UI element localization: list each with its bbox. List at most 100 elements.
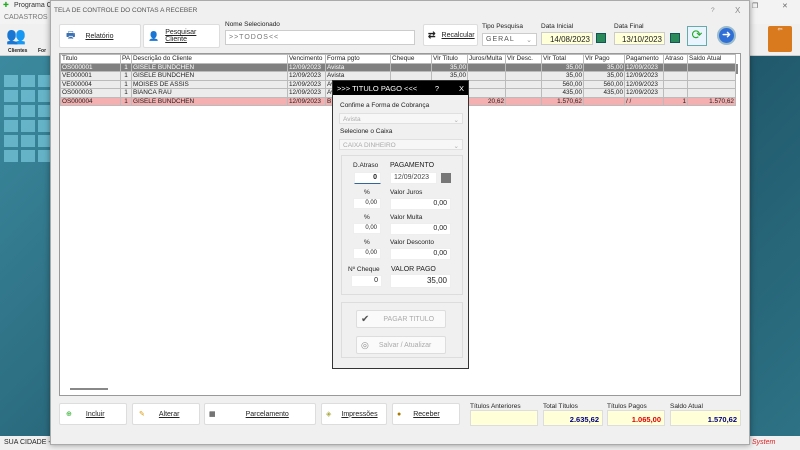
cell-1: 1 (120, 88, 132, 98)
cell-0: VE000001 (60, 71, 121, 81)
pagar-titulo-label: PAGAR TITULO (383, 315, 435, 323)
cell-12 (663, 71, 688, 81)
help-button[interactable]: ? (711, 7, 715, 14)
cell-2: MOISÉS DE ASSIS (131, 79, 288, 89)
pesquisar-label: Pesquisar Cliente (165, 29, 197, 43)
col-juros[interactable]: Juros/Multa (467, 54, 506, 64)
incluir-button[interactable]: ⊕ Incluir (59, 403, 127, 425)
window-title: TELA DE CONTROLE DO CONTAS A RECEBER (54, 7, 198, 14)
col-pagamento[interactable]: Pagamento (624, 54, 664, 64)
nome-selecionado-input[interactable]: >>TODOS<< (225, 30, 415, 45)
calendar-icon[interactable] (441, 173, 451, 183)
refresh-icon[interactable]: ⟳ (687, 26, 707, 46)
col-vencimento[interactable]: Vencimento (287, 54, 326, 64)
parcelamento-label: Parcelamento (245, 410, 289, 418)
dialog-title: >>> TITULO PAGO <<< (337, 84, 418, 93)
data-final-input[interactable]: 13/10/2023 (614, 32, 665, 45)
relatorio-button[interactable]: 🖶 Relatório (59, 24, 141, 48)
receber-button[interactable]: ● Receber (392, 403, 460, 425)
multa-pct-input[interactable]: 0,00 (353, 223, 381, 234)
col-vlr-pago[interactable]: Vlr Pago (583, 54, 625, 64)
col-vlr-total[interactable]: Vlr Total (541, 54, 584, 64)
col-saldo[interactable]: Saldo Atual (687, 54, 736, 64)
relatorio-label: Relatório (85, 32, 114, 40)
dialog-close-button[interactable]: X (459, 84, 464, 93)
table-header: Titulo PA Descrição do Cliente Vencimento Fo… (60, 54, 736, 64)
cell-8 (505, 79, 542, 89)
data-inicial-input[interactable]: 14/08/2023 (541, 32, 593, 45)
tipo-value: GERAL (486, 36, 515, 43)
pagamento-date-input[interactable]: 12/09/2023 (390, 172, 437, 184)
chevron-down-icon: ⌄ (453, 143, 459, 150)
col-descricao[interactable]: Descrição do Cliente (131, 54, 288, 64)
forma-cobranca-select[interactable]: Avista ⌄ (339, 113, 463, 124)
cell-10 (583, 96, 625, 106)
pagar-titulo-button[interactable]: ✔ PAGAR TITULO (356, 310, 446, 328)
cell-7 (467, 88, 506, 98)
juros-input[interactable]: 0,00 (390, 198, 451, 210)
recalcular-label: Recalcular (441, 31, 475, 39)
cell-13 (687, 88, 736, 98)
exit-door-icon[interactable]: ⇦ (768, 26, 792, 52)
juros-pct-input[interactable]: 0,00 (353, 198, 381, 209)
col-pa[interactable]: PA (120, 54, 132, 64)
cell-9: 35,00 (541, 71, 584, 81)
caixa-select[interactable]: CAIXA DINHEIRO ⌄ (339, 139, 463, 150)
coins-icon: ● (397, 410, 402, 418)
parcelamento-icon: ▦ (209, 411, 216, 418)
table-row[interactable]: OS000001 1 GISELE BÜNDCHEN 12/09/2023 Avista… (60, 62, 736, 72)
parcelamento-button[interactable]: ▦ Parcelamento (204, 403, 316, 425)
col-atraso[interactable]: Atraso (663, 54, 688, 64)
vertical-scrollbar[interactable] (736, 64, 738, 74)
menu-cadastros[interactable]: CADASTROS (4, 14, 48, 21)
tipo-pesquisa-label: Tipo Pesquisa (482, 23, 523, 30)
cheque-label: Nº Cheque (348, 266, 380, 273)
col-titulo[interactable]: Titulo (60, 54, 121, 64)
cheque-input[interactable]: 0 (351, 275, 382, 287)
clients-icon[interactable]: 👥 (6, 26, 26, 46)
cell-5 (390, 62, 432, 72)
atraso-input[interactable]: 0 (354, 172, 381, 184)
background-tiles (4, 75, 52, 162)
go-arrow-icon[interactable]: ➜ (717, 26, 736, 45)
data-inicial-label: Data Inicial (541, 23, 574, 30)
salvar-atualizar-button[interactable]: ◎ Salvar / Atualizar (356, 336, 446, 354)
tool-fornecedores[interactable]: For (38, 48, 46, 54)
valor-pago-input[interactable]: 35,00 (390, 274, 451, 288)
recalcular-button[interactable]: ⇄ Recalcular (423, 24, 478, 46)
dialog-help-button[interactable]: ? (435, 84, 439, 93)
cell-8 (505, 96, 542, 106)
multa-input[interactable]: 0,00 (390, 223, 451, 235)
calendar-icon[interactable] (596, 33, 606, 43)
cell-7 (467, 71, 506, 81)
pesquisar-cliente-button[interactable]: 👤 Pesquisar Cliente (143, 24, 220, 48)
cell-9: 1.570,62 (541, 96, 584, 106)
tool-clientes[interactable]: Clientes (8, 48, 27, 54)
desconto-pct-input[interactable]: 0,00 (353, 248, 381, 259)
table-row[interactable]: VE000001 1 GISELE BÜNDCHEN 12/09/2023 Avista… (60, 71, 736, 81)
col-forma[interactable]: Forma pgto (325, 54, 391, 64)
cell-3: 12/09/2023 (287, 79, 326, 89)
status-system: System (752, 439, 776, 446)
calendar-icon[interactable] (670, 33, 680, 43)
desconto-input[interactable]: 0,00 (390, 248, 451, 260)
col-cheque[interactable]: Cheque (390, 54, 432, 64)
nome-selecionado-label: Nome Selecionado (225, 21, 280, 28)
tipo-pesquisa-select[interactable]: GERAL ⌄ (482, 33, 537, 46)
cell-4: Avista (325, 71, 391, 81)
cell-3: 12/09/2023 (287, 88, 326, 98)
cell-3: 12/09/2023 (287, 62, 326, 72)
restore-icon[interactable]: ❐ (752, 2, 758, 10)
col-vlr-titulo[interactable]: Vlr Titulo (431, 54, 468, 64)
cell-1: 1 (120, 71, 132, 81)
cell-2: GISELE BÜNDCHEN (131, 62, 288, 72)
close-button[interactable]: X (735, 6, 740, 15)
impressoes-button[interactable]: ◈ Impressões (321, 403, 387, 425)
horizontal-scrollbar[interactable] (70, 388, 108, 390)
cell-1: 1 (120, 62, 132, 72)
valor-pago-label: VALOR PAGO (391, 266, 436, 273)
col-desc[interactable]: Vlr Desc. (505, 54, 542, 64)
app-close-icon[interactable]: ✕ (782, 2, 788, 10)
alterar-button[interactable]: ✎ Alterar (132, 403, 200, 425)
app-title: Programa C (14, 2, 52, 9)
